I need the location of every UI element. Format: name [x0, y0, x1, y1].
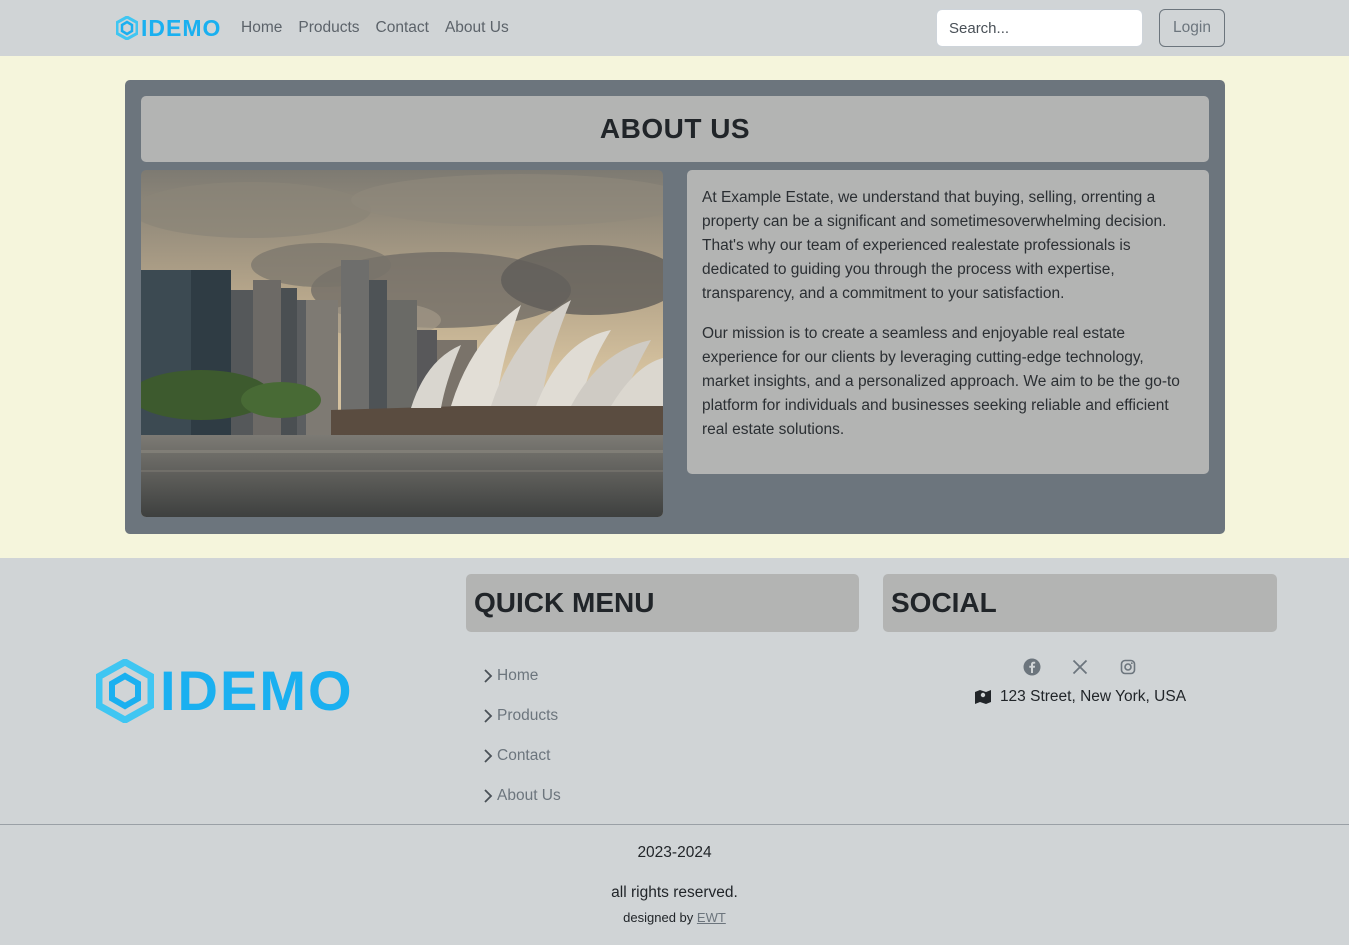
about-text-box: At Example Estate, we understand that bu…	[687, 170, 1209, 474]
footer-divider	[0, 824, 1349, 825]
footer-brand-name: IDEMO	[160, 659, 354, 722]
search-input[interactable]	[936, 9, 1143, 47]
social-icons	[883, 656, 1277, 678]
footer-logo[interactable]: IDEMO	[96, 658, 354, 723]
brand-logo[interactable]: IDEMO	[116, 14, 221, 42]
quick-menu-label: About Us	[497, 787, 561, 804]
instagram-icon[interactable]	[1118, 656, 1138, 678]
about-photo	[141, 170, 663, 517]
quick-menu-list: Home Products Contact About Us	[482, 656, 561, 816]
designed-by-prefix: designed by	[623, 910, 694, 925]
quick-menu-label: Contact	[497, 747, 551, 764]
nav-link-about[interactable]: About Us	[437, 19, 517, 37]
quick-menu-item-about[interactable]: About Us	[482, 776, 561, 816]
chevron-right-icon	[484, 749, 493, 763]
about-paragraph-2: Our mission is to create a seamless and …	[702, 325, 1180, 438]
nav-link-contact[interactable]: Contact	[368, 19, 437, 37]
brand-name: IDEMO	[141, 14, 222, 41]
quick-menu-label: Home	[497, 667, 539, 684]
nav-link-home[interactable]: Home	[233, 19, 290, 37]
quick-menu-title: QUICK MENU	[474, 587, 655, 618]
nav-links: Home Products Contact About Us	[233, 0, 517, 56]
navbar: IDEMO Home Products Contact About Us Log…	[0, 0, 1349, 56]
quick-menu-item-home[interactable]: Home	[482, 656, 561, 696]
chevron-right-icon	[484, 669, 493, 683]
quick-menu-item-contact[interactable]: Contact	[482, 736, 561, 776]
address: 123 Street, New York, USA	[883, 688, 1277, 706]
designed-by: designed by EWT	[0, 910, 1349, 925]
hexagon-logo-icon	[116, 16, 138, 40]
about-paragraph-1: At Example Estate, we understand that bu…	[702, 189, 1167, 302]
chevron-right-icon	[484, 789, 493, 803]
about-title-box: ABOUT US	[141, 96, 1209, 162]
designer-link[interactable]: EWT	[697, 910, 726, 925]
x-icon[interactable]	[1070, 656, 1090, 678]
rights-text: all rights reserved.	[611, 884, 738, 901]
page-title: ABOUT US	[599, 113, 751, 144]
login-button[interactable]: Login	[1159, 9, 1225, 47]
chevron-right-icon	[484, 709, 493, 723]
about-card: ABOUT US At Example Estate, we understan…	[125, 80, 1225, 534]
map-icon	[974, 690, 991, 704]
quick-menu-label: Products	[497, 707, 559, 724]
social-header: SOCIAL	[883, 574, 1277, 632]
hexagon-logo-icon	[96, 658, 154, 723]
about-section: ABOUT US At Example Estate, we understan…	[0, 56, 1349, 558]
footer: IDEMO QUICK MENU Home Products Contact A…	[0, 558, 1349, 945]
social-title: SOCIAL	[891, 587, 997, 618]
nav-link-products[interactable]: Products	[290, 19, 367, 37]
address-text: 123 Street, New York, USA	[999, 688, 1187, 705]
copyright-years: 2023-2024	[637, 844, 712, 861]
facebook-icon[interactable]	[1022, 656, 1042, 678]
quick-menu-item-products[interactable]: Products	[482, 696, 561, 736]
quick-menu-header: QUICK MENU	[466, 574, 859, 632]
